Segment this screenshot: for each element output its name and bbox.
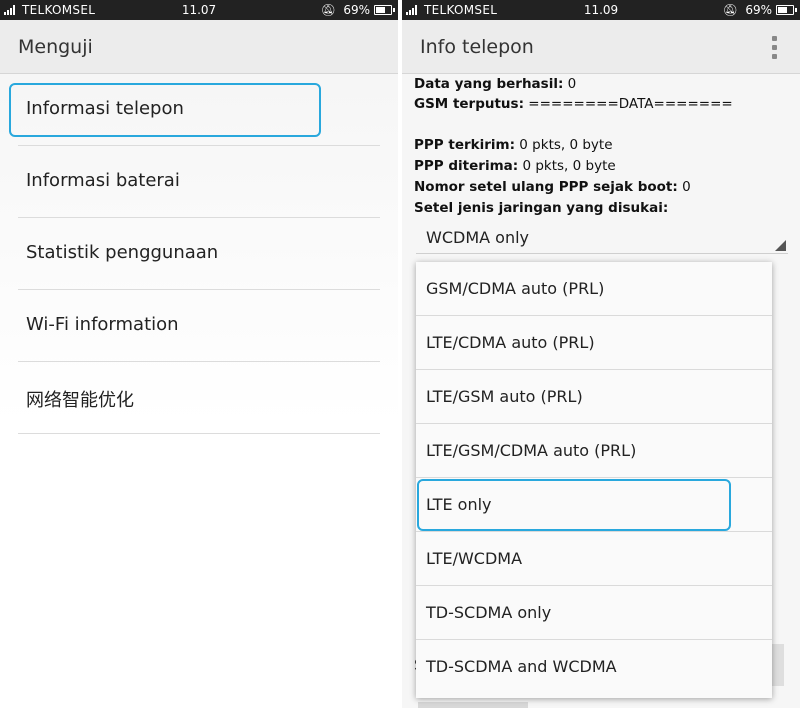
menu-item-usage-stats[interactable]: Statistik penggunaan [18,218,380,290]
menu-item-network-optimize[interactable]: 网络智能优化 [18,362,380,434]
option-lte-gsm-auto[interactable]: LTE/GSM auto (PRL) [416,370,772,424]
page-title: Info telepon [420,36,534,58]
menu-item-battery-info[interactable]: Informasi baterai [18,146,380,218]
info-row-data-success: Data yang berhasil: 0 [414,76,577,92]
option-lte-cdma-auto[interactable]: LTE/CDMA auto (PRL) [416,316,772,370]
menu-item-label: Wi-Fi information [26,314,179,335]
menu-item-label: 网络智能优化 [26,390,134,411]
obscured-button-bottom [418,702,528,708]
info-row-gsm-disconnect: GSM terputus: ========DATA======= [414,96,733,112]
menguji-screen: TELKOMSEL 11.07 🔕︎ 69% Menguji Informasi… [0,0,398,708]
dropdown-arrow-icon [775,240,786,251]
spinner-selected-value: WCDMA only [426,228,529,247]
battery-icon [374,5,395,15]
network-type-spinner[interactable]: WCDMA only [416,224,788,254]
status-bar: TELKOMSEL 11.09 🔕︎ 69% [402,0,800,20]
option-gsm-cdma-auto[interactable]: GSM/CDMA auto (PRL) [416,262,772,316]
battery-percent: 69% [343,3,370,17]
battery-icon [776,5,797,15]
option-td-scdma-only[interactable]: TD-SCDMA only [416,586,772,640]
info-row-ppp-sent: PPP terkirim: 0 pkts, 0 byte [414,137,613,153]
silent-bell-icon: 🔕︎ [320,3,336,17]
silent-bell-icon: 🔕︎ [722,3,738,17]
option-lte-gsm-cdma-auto[interactable]: LTE/GSM/CDMA auto (PRL) [416,424,772,478]
page-title: Menguji [18,36,93,58]
menu-item-label: Statistik penggunaan [26,242,219,263]
app-bar: Info telepon [402,20,800,74]
info-row-network-type-label: Setel jenis jaringan yang disukai: [414,200,669,216]
info-row-ppp-reset: Nomor setel ulang PPP sejak boot: 0 [414,179,691,195]
app-bar: Menguji [0,20,398,74]
option-td-scdma-wcdma[interactable]: TD-SCDMA and WCDMA [416,640,772,694]
info-telepon-screen: TELKOMSEL 11.09 🔕︎ 69% Info telepon Data… [402,0,800,708]
info-row-ppp-received: PPP diterima: 0 pkts, 0 byte [414,158,616,174]
battery-percent: 69% [745,3,772,17]
highlight-box [417,479,731,531]
option-lte-wcdma[interactable]: LTE/WCDMA [416,532,772,586]
overflow-menu-icon[interactable] [770,36,778,60]
status-bar: TELKOMSEL 11.07 🔕︎ 69% [0,0,398,20]
highlight-box [9,83,321,137]
status-time: 11.09 [583,3,619,17]
menu-item-label: Informasi baterai [26,170,180,191]
status-time: 11.07 [181,3,217,17]
menu-item-wifi-info[interactable]: Wi-Fi information [18,290,380,362]
